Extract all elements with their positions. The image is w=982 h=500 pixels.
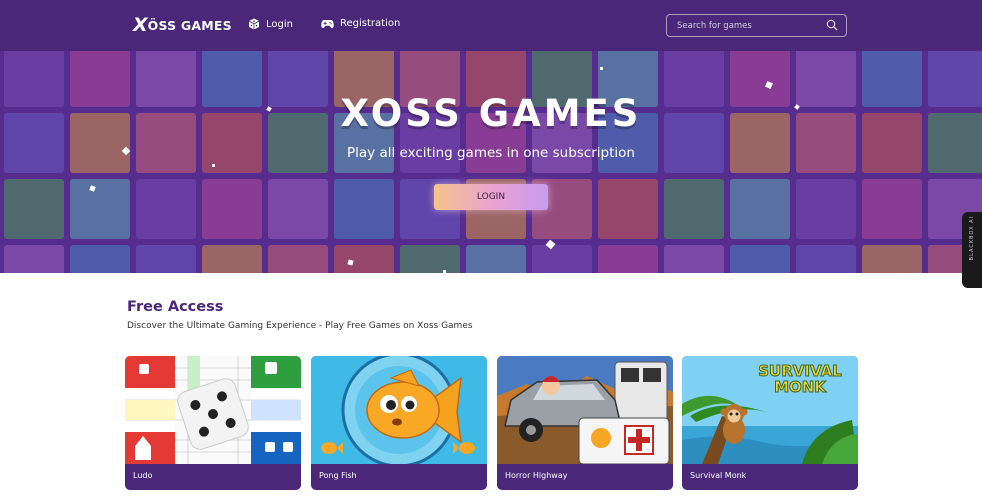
- game-card-pong-fish[interactable]: Pong Fish: [311, 356, 487, 490]
- hero-banner: XOSS GAMES Play all exciting games in on…: [0, 51, 982, 273]
- game-card-title: Ludo: [133, 471, 153, 480]
- nav-login-link[interactable]: Login: [248, 18, 293, 30]
- blackbox-ai-widget[interactable]: BLACKBOX AI: [962, 212, 982, 288]
- ludo-thumbnail: [125, 356, 301, 464]
- search-box: [666, 14, 847, 37]
- hero-login-button[interactable]: LOGIN: [434, 184, 548, 210]
- search-input[interactable]: [667, 15, 817, 36]
- hero-overlay: [0, 51, 982, 273]
- horror-highway-thumbnail: [497, 356, 673, 464]
- nav-registration-label: Registration: [340, 18, 401, 29]
- game-card-title: Pong Fish: [319, 471, 357, 480]
- pong-fish-thumbnail: [311, 356, 487, 464]
- nav-registration-link[interactable]: Registration: [321, 18, 400, 29]
- confetti-piece: [600, 67, 603, 70]
- hero-title: XOSS GAMES: [340, 92, 642, 135]
- logo-text: ÖSS GAMES: [147, 17, 232, 33]
- svg-text:MONK: MONK: [774, 378, 827, 396]
- game-card-horror-highway[interactable]: Horror Highway: [497, 356, 673, 490]
- confetti-piece: [212, 164, 215, 167]
- game-card-title: Survival Monk: [690, 471, 747, 480]
- game-card-ludo[interactable]: Ludo: [125, 356, 301, 490]
- search-icon[interactable]: [826, 19, 838, 31]
- game-card-survival-monk[interactable]: SURVIVAL MONK Survival Monk: [682, 356, 858, 490]
- survival-monk-thumbnail: SURVIVAL MONK: [682, 356, 858, 464]
- game-card-title: Horror Highway: [505, 471, 568, 480]
- side-widget-label: BLACKBOX AI: [969, 216, 975, 261]
- logo-mark: X: [133, 14, 148, 36]
- confetti-piece: [443, 270, 446, 273]
- nav-login-label: Login: [266, 18, 293, 30]
- gamepad-icon: [321, 19, 334, 28]
- free-access-description: Discover the Ultimate Gaming Experience …: [127, 321, 473, 331]
- dice-icon: [248, 18, 260, 30]
- free-access-title: Free Access: [127, 299, 224, 315]
- site-logo[interactable]: X ÖSS GAMES: [133, 14, 232, 36]
- hero-subtitle: Play all exciting games in one subscript…: [347, 145, 635, 161]
- top-navbar: X ÖSS GAMES Login Registration: [0, 0, 982, 51]
